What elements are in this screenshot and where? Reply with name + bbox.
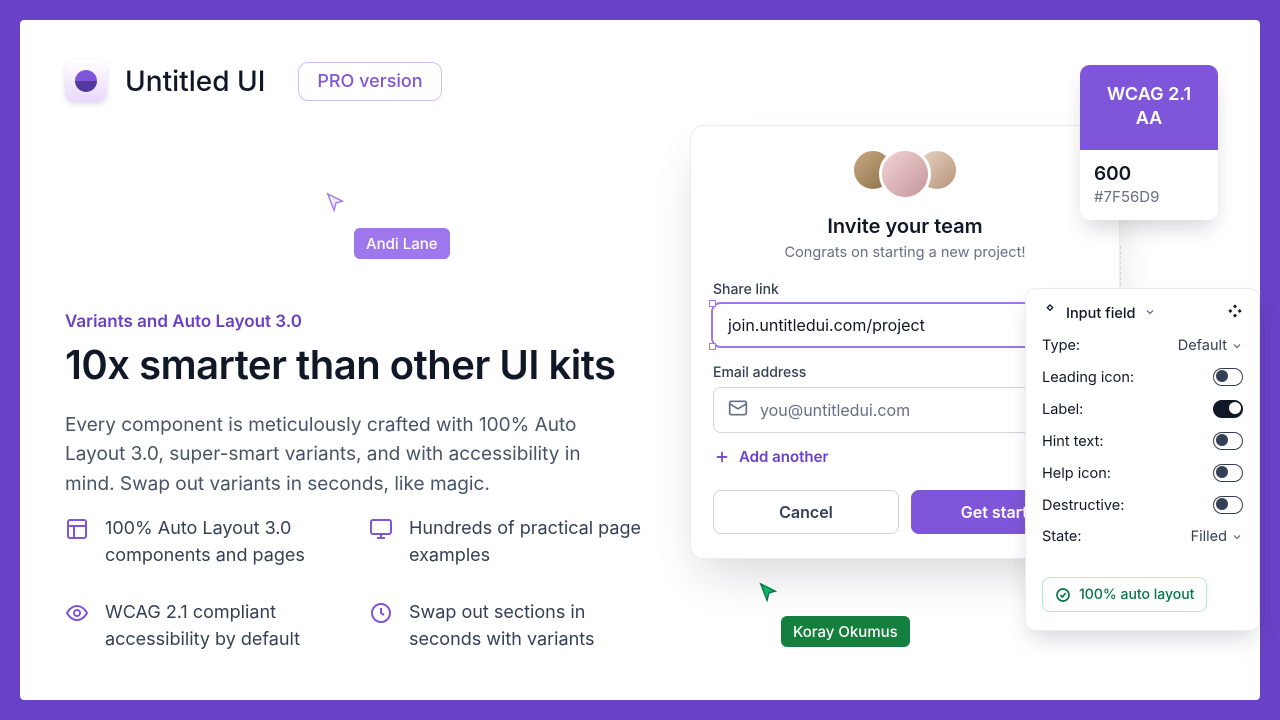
mail-icon [728, 398, 748, 422]
feature-item: WCAG 2.1 compliant accessibility by defa… [65, 599, 355, 653]
brand-name: Untitled UI [125, 64, 265, 98]
prop-label: Hint text: [1042, 433, 1104, 450]
modal-title: Invite your team [713, 214, 1097, 238]
prop-label: Destructive: [1042, 497, 1124, 514]
page-subheading: Every component is meticulously crafted … [65, 410, 620, 498]
chevron-down-icon[interactable] [1144, 305, 1156, 322]
collaborator-cursor-koray: Koray Okumus [757, 582, 779, 604]
type-select[interactable]: Default [1178, 337, 1243, 354]
header: Untitled UI PRO version [65, 60, 442, 102]
collaborator-label: Andi Lane [354, 228, 450, 259]
collaborator-cursor-andi: Andi Lane [324, 192, 346, 214]
variant-icon[interactable] [1227, 303, 1243, 323]
destructive-toggle[interactable] [1213, 496, 1243, 514]
wcag-title: WCAG 2.1 [1090, 83, 1208, 107]
avatar-group [713, 148, 1097, 200]
hint-text-toggle[interactable] [1213, 432, 1243, 450]
auto-layout-badge: 100% auto layout [1042, 577, 1207, 612]
pro-version-badge[interactable]: PRO version [298, 62, 441, 101]
page-headline: 10x smarter than other UI kits [65, 340, 616, 389]
clock-icon [369, 601, 393, 653]
feature-text: 100% Auto Layout 3.0 components and page… [105, 515, 355, 569]
eye-icon [65, 601, 89, 653]
properties-panel: Input field Type: Default Leading icon: … [1025, 288, 1260, 631]
avatar [879, 148, 931, 200]
brand-logo [65, 60, 107, 102]
help-icon-toggle[interactable] [1213, 464, 1243, 482]
prop-label: State: [1042, 528, 1082, 545]
collaborator-label: Koray Okumus [781, 616, 910, 647]
label-toggle[interactable] [1213, 400, 1243, 418]
layout-icon [65, 517, 89, 569]
add-another-label: Add another [739, 447, 828, 466]
color-hex: #7F56D9 [1094, 187, 1204, 206]
prop-label: Label: [1042, 401, 1083, 418]
state-select[interactable]: Filled [1191, 528, 1243, 545]
feature-text: Hundreds of practical page examples [409, 515, 659, 569]
feature-item: Hundreds of practical page examples [369, 515, 659, 569]
color-weight: 600 [1094, 162, 1204, 185]
prop-label: Help icon: [1042, 465, 1111, 482]
component-icon [1042, 303, 1058, 323]
wcag-color-card: WCAG 2.1 AA 600 #7F56D9 [1080, 65, 1218, 220]
prop-label: Type: [1042, 337, 1080, 354]
feature-text: WCAG 2.1 compliant accessibility by defa… [105, 599, 355, 653]
feature-text: Swap out sections in seconds with varian… [409, 599, 659, 653]
eyebrow-text: Variants and Auto Layout 3.0 [65, 312, 302, 332]
leading-icon-toggle[interactable] [1213, 368, 1243, 386]
cancel-button[interactable]: Cancel [713, 490, 899, 534]
feature-item: Swap out sections in seconds with varian… [369, 599, 659, 653]
panel-title: Input field [1066, 305, 1136, 322]
prop-label: Leading icon: [1042, 369, 1134, 386]
modal-subtitle: Congrats on starting a new project! [713, 244, 1097, 261]
wcag-level: AA [1090, 107, 1208, 131]
monitor-icon [369, 517, 393, 569]
feature-item: 100% Auto Layout 3.0 components and page… [65, 515, 355, 569]
feature-grid: 100% Auto Layout 3.0 components and page… [65, 515, 665, 653]
